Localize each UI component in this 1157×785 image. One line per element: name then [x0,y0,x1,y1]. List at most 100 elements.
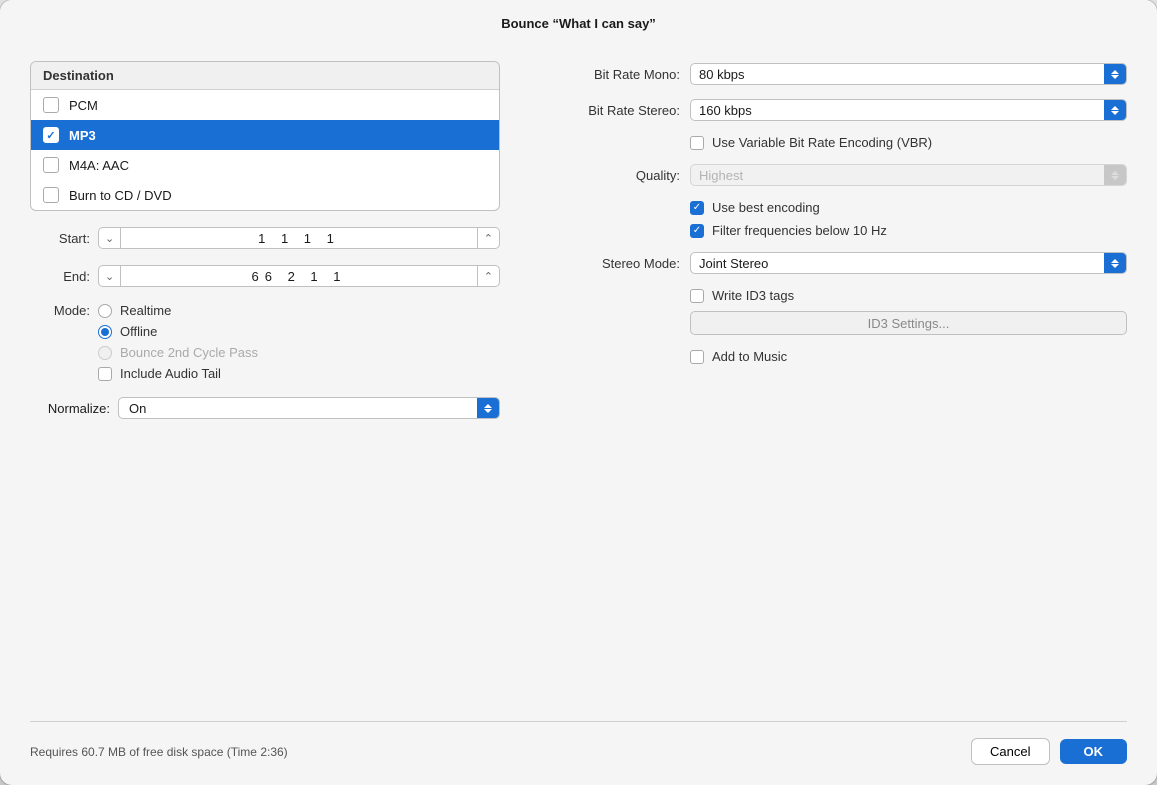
checkbox-filter-frequencies[interactable]: ✓ [690,224,704,238]
row-label-mp3: MP3 [69,128,96,143]
bit-rate-stereo-field[interactable]: 160 kbps [690,99,1127,121]
stereo-mode-row: Stereo Mode: Joint Stereo [540,252,1127,274]
bit-rate-mono-stepper[interactable] [1104,63,1126,85]
end-row: End: ⌄ 66 2 1 1 ⌃ [30,265,500,287]
quality-row: Quality: Highest [540,164,1127,186]
start-decrement[interactable]: ⌄ [99,228,121,248]
bit-rate-stereo-up-arrow [1111,106,1119,110]
checkbox-m4a[interactable] [43,157,59,173]
checkbox-write-id3[interactable] [690,289,704,303]
bit-rate-stereo-stepper[interactable] [1104,99,1126,121]
normalize-label: Normalize: [30,401,110,416]
left-panel: Destination PCM ✓ MP3 M4A: AAC Burn to C… [30,61,500,721]
destination-row-mp3[interactable]: ✓ MP3 [31,120,499,150]
start-value: 1 1 1 1 [121,231,477,246]
bit-rate-mono-down-arrow [1111,75,1119,79]
checkbox-burn[interactable] [43,187,59,203]
bit-rate-stereo-label: Bit Rate Stereo: [540,103,680,118]
id3-section: Write ID3 tags ID3 Settings... [540,288,1127,335]
bounce2nd-label: Bounce 2nd Cycle Pass [120,345,258,360]
id3-settings-button: ID3 Settings... [690,311,1127,335]
bit-rate-mono-row: Bit Rate Mono: 80 kbps [540,63,1127,85]
add-to-music-row: Add to Music [540,349,1127,364]
bit-rate-mono-up-arrow [1111,70,1119,74]
quality-select-value: Highest [691,168,1104,183]
normalize-up-arrow [484,404,492,408]
checkbox-use-best-encoding[interactable]: ✓ [690,201,704,215]
quality-select: Highest [690,164,1127,186]
add-to-music-label: Add to Music [712,349,787,364]
quality-up-arrow [1111,171,1119,175]
stereo-mode-value: Joint Stereo [691,256,1104,271]
end-value: 66 2 1 1 [121,269,477,284]
checkbox-pcm[interactable] [43,97,59,113]
quality-label: Quality: [540,168,680,183]
stereo-mode-up-arrow [1111,259,1119,263]
start-field[interactable]: ⌄ 1 1 1 1 ⌃ [98,227,500,249]
destination-row-burn[interactable]: Burn to CD / DVD [31,180,499,210]
use-best-encoding-label: Use best encoding [712,200,820,215]
realtime-label: Realtime [120,303,171,318]
destination-row-m4a[interactable]: M4A: AAC [31,150,499,180]
row-label-m4a: M4A: AAC [69,158,129,173]
filter-frequencies-label: Filter frequencies below 10 Hz [712,223,887,238]
normalize-row: Normalize: On [30,397,500,419]
bit-rate-stereo-value: 160 kbps [691,103,1104,118]
end-field[interactable]: ⌄ 66 2 1 1 ⌃ [98,265,500,287]
normalize-value: On [119,401,477,416]
destination-row-pcm[interactable]: PCM [31,90,499,120]
normalize-down-arrow [484,409,492,413]
end-label: End: [30,269,90,284]
row-label-pcm: PCM [69,98,98,113]
stereo-mode-down-arrow [1111,264,1119,268]
cancel-button[interactable]: Cancel [971,738,1049,765]
include-audio-tail-row: Include Audio Tail [98,366,500,381]
start-label: Start: [30,231,90,246]
vbr-row: Use Variable Bit Rate Encoding (VBR) [540,135,1127,150]
ok-button[interactable]: OK [1060,739,1128,764]
include-audio-tail-label: Include Audio Tail [120,366,221,381]
mode-indent-options: Offline Bounce 2nd Cycle Pass Include Au… [30,324,500,381]
table-header: Destination [31,62,499,90]
bit-rate-stereo-row: Bit Rate Stereo: 160 kbps [540,99,1127,121]
radio-realtime[interactable] [98,304,112,318]
mode-realtime-row: Mode: Realtime [30,303,500,318]
dialog-title: Bounce “What I can say” [0,0,1157,41]
end-increment[interactable]: ⌃ [477,266,499,286]
row-label-burn: Burn to CD / DVD [69,188,172,203]
bit-rate-mono-value: 80 kbps [691,67,1104,82]
checkbox-vbr[interactable] [690,136,704,150]
mode-bounce2nd-row: Bounce 2nd Cycle Pass [98,345,500,360]
checkbox-add-to-music[interactable] [690,350,704,364]
bit-rate-mono-field[interactable]: 80 kbps [690,63,1127,85]
vbr-label: Use Variable Bit Rate Encoding (VBR) [712,135,932,150]
mode-offline-row: Offline [98,324,500,339]
use-best-encoding-row: ✓ Use best encoding [690,200,1127,215]
disk-space-info: Requires 60.7 MB of free disk space (Tim… [30,745,288,759]
encoding-check-group: ✓ Use best encoding ✓ Filter frequencies… [540,200,1127,238]
write-id3-label: Write ID3 tags [712,288,794,303]
radio-bounce2nd [98,346,112,360]
offline-label: Offline [120,324,157,339]
right-panel: Bit Rate Mono: 80 kbps Bit Rate Stereo: … [540,61,1127,721]
quality-down-arrow [1111,176,1119,180]
radio-offline[interactable] [98,325,112,339]
bit-rate-mono-label: Bit Rate Mono: [540,67,680,82]
stereo-mode-field[interactable]: Joint Stereo [690,252,1127,274]
start-increment[interactable]: ⌃ [477,228,499,248]
bounce-dialog: Bounce “What I can say” Destination PCM … [0,0,1157,785]
start-row: Start: ⌄ 1 1 1 1 ⌃ [30,227,500,249]
checkbox-mp3[interactable]: ✓ [43,127,59,143]
checkbox-include-audio-tail[interactable] [98,367,112,381]
stereo-mode-stepper[interactable] [1104,252,1126,274]
dialog-footer: Requires 60.7 MB of free disk space (Tim… [0,722,1157,785]
mode-label: Mode: [30,303,90,318]
quality-stepper [1104,164,1126,186]
filter-frequencies-row: ✓ Filter frequencies below 10 Hz [690,223,1127,238]
footer-buttons: Cancel OK [971,738,1127,765]
bit-rate-stereo-down-arrow [1111,111,1119,115]
normalize-field[interactable]: On [118,397,500,419]
stereo-mode-label: Stereo Mode: [540,256,680,271]
end-decrement[interactable]: ⌄ [99,266,121,286]
normalize-stepper-btn[interactable] [477,397,499,419]
